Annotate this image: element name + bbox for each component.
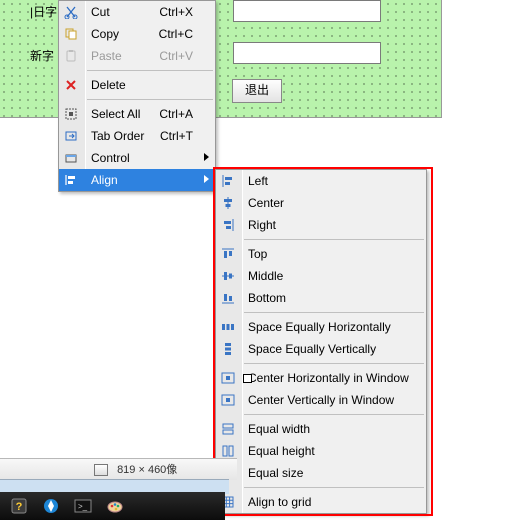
menu-separator — [87, 99, 213, 100]
menu-label: Copy — [91, 27, 119, 41]
align-center-icon — [220, 195, 236, 211]
menu-separator — [87, 70, 213, 71]
menu-separator — [244, 487, 424, 488]
selection-handle[interactable] — [243, 374, 252, 383]
align-top[interactable]: Top — [216, 243, 426, 265]
align-space-h[interactable]: Space Equally Horizontally — [216, 316, 426, 338]
align-space-v[interactable]: Space Equally Vertically — [216, 338, 426, 360]
menu-shortcut: Ctrl+X — [159, 1, 193, 23]
menu-shortcut: Ctrl+T — [160, 125, 193, 147]
menu-label: Paste — [91, 49, 122, 63]
align-icon — [63, 172, 79, 188]
menu-label: Right — [248, 218, 276, 232]
svg-text:>_: >_ — [78, 502, 88, 511]
menu-select-all[interactable]: Select All Ctrl+A — [59, 103, 215, 125]
delete-icon — [63, 77, 79, 93]
label-old-field: |日字 — [30, 3, 57, 20]
menu-paste: Paste Ctrl+V — [59, 45, 215, 67]
cut-icon — [63, 4, 79, 20]
tab-order-icon — [63, 128, 79, 144]
label-new-field: 新字 — [30, 47, 54, 64]
align-middle[interactable]: Middle — [216, 265, 426, 287]
menu-label: Center — [248, 196, 284, 210]
equal-width-icon — [220, 421, 236, 437]
status-bar: 819 × 460像 — [0, 458, 237, 480]
space-v-icon — [220, 341, 236, 357]
menu-separator — [244, 414, 424, 415]
menu-label: Space Equally Vertically — [248, 342, 376, 356]
menu-align[interactable]: Align — [59, 169, 215, 191]
menu-label: Align — [91, 173, 118, 187]
menu-shortcut: Ctrl+C — [159, 23, 193, 45]
submenu-arrow-icon — [204, 153, 209, 161]
menu-label: Top — [248, 247, 267, 261]
taskbar-app-help[interactable]: ? — [8, 496, 30, 516]
menu-label: Equal size — [248, 466, 303, 480]
align-center[interactable]: Center — [216, 192, 426, 214]
menu-label: Middle — [248, 269, 283, 283]
align-middle-icon — [220, 268, 236, 284]
windows-taskbar: ? >_ — [0, 492, 225, 520]
menu-label: Tab Order — [91, 129, 144, 143]
align-left[interactable]: Left — [216, 170, 426, 192]
align-center-v-window[interactable]: Center Vertically in Window — [216, 389, 426, 411]
menu-delete[interactable]: Delete — [59, 74, 215, 96]
align-equal-height[interactable]: Equal height — [216, 440, 426, 462]
paste-icon — [63, 48, 79, 64]
menu-separator — [244, 312, 424, 313]
menu-label: Equal width — [248, 422, 310, 436]
align-right[interactable]: Right — [216, 214, 426, 236]
taskbar-app-terminal[interactable]: >_ — [72, 496, 94, 516]
equal-height-icon — [220, 443, 236, 459]
center-h-window-icon — [220, 370, 236, 386]
menu-label: Bottom — [248, 291, 286, 305]
menu-tab-order[interactable]: Tab Order Ctrl+T — [59, 125, 215, 147]
menu-cut[interactable]: Cut Ctrl+X — [59, 1, 215, 23]
menu-label: Align to grid — [248, 495, 311, 509]
svg-text:?: ? — [16, 501, 23, 513]
menu-separator — [244, 363, 424, 364]
textbox-old[interactable] — [233, 0, 381, 22]
menu-label: Control — [91, 151, 130, 165]
align-left-icon — [220, 173, 236, 189]
align-equal-width[interactable]: Equal width — [216, 418, 426, 440]
menu-control[interactable]: Control — [59, 147, 215, 169]
context-menu: Cut Ctrl+X Copy Ctrl+C Paste Ctrl+V Dele… — [58, 0, 216, 192]
menu-label: Center Vertically in Window — [248, 393, 394, 407]
menu-label: Space Equally Horizontally — [248, 320, 391, 334]
taskbar-app-paint[interactable] — [104, 496, 126, 516]
menu-shortcut: Ctrl+V — [159, 45, 193, 67]
menu-label: Select All — [91, 107, 140, 121]
align-equal-size[interactable]: Equal size — [216, 462, 426, 484]
textbox-new[interactable] — [233, 42, 381, 64]
control-icon — [63, 150, 79, 166]
align-bottom[interactable]: Bottom — [216, 287, 426, 309]
select-all-icon — [63, 106, 79, 122]
menu-label: Equal height — [248, 444, 315, 458]
menu-shortcut: Ctrl+A — [159, 103, 193, 125]
menu-label: Left — [248, 174, 268, 188]
align-to-grid[interactable]: Align to grid — [216, 491, 426, 513]
menu-label: Center Horizontally in Window — [248, 371, 409, 385]
exit-button[interactable]: 退出 — [232, 79, 282, 103]
center-v-window-icon — [220, 392, 236, 408]
taskbar-app-circle[interactable] — [40, 496, 62, 516]
align-submenu: Left Center Right Top Middle Bottom Spac… — [215, 169, 427, 514]
menu-separator — [244, 239, 424, 240]
menu-copy[interactable]: Copy Ctrl+C — [59, 23, 215, 45]
copy-icon — [63, 26, 79, 42]
space-h-icon — [220, 319, 236, 335]
align-top-icon — [220, 246, 236, 262]
align-right-icon — [220, 217, 236, 233]
align-bottom-icon — [220, 290, 236, 306]
submenu-arrow-icon — [204, 175, 209, 183]
menu-label: Cut — [91, 5, 110, 19]
size-icon — [94, 464, 108, 476]
menu-label: Delete — [91, 78, 126, 92]
status-size-text: 819 × 460像 — [117, 464, 177, 476]
